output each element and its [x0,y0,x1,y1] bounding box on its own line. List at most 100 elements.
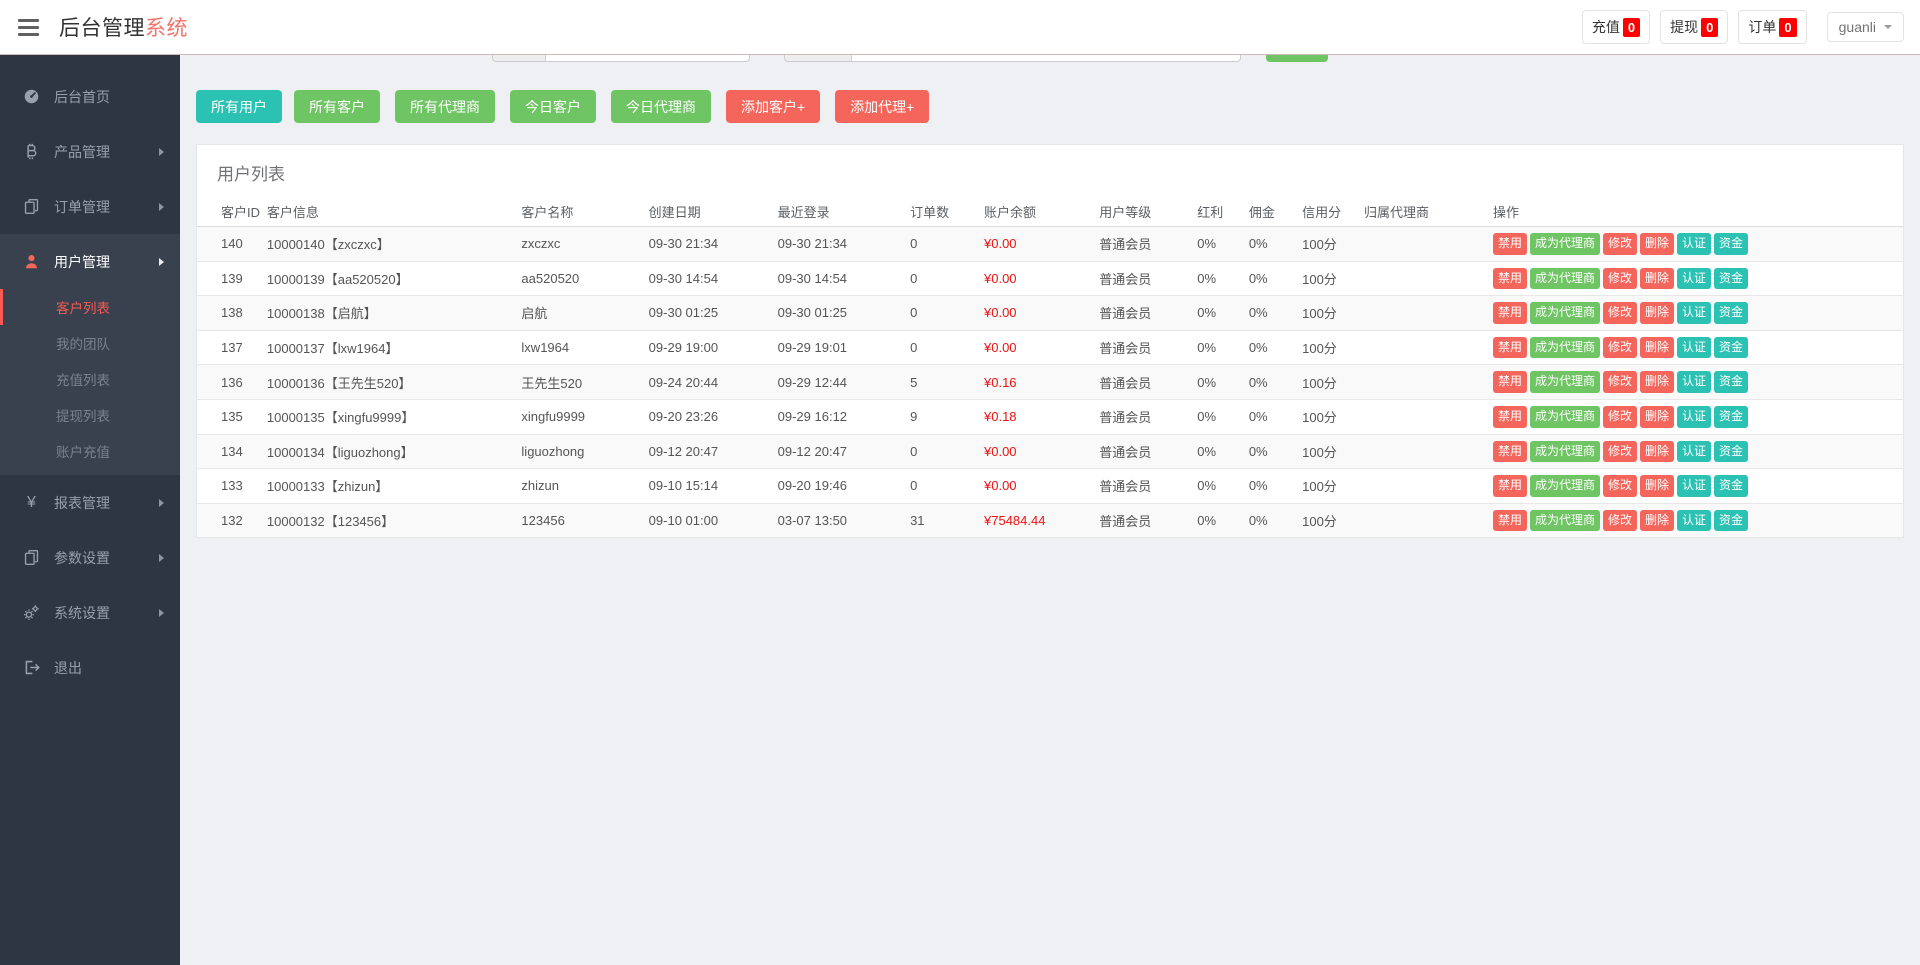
make-agent-row-button[interactable]: 成为代理商 [1530,510,1600,532]
all-users-button[interactable]: 所有用户 [196,90,282,123]
edit-row-button[interactable]: 修改 [1603,406,1637,428]
verify-row-button[interactable]: 认证 [1677,510,1711,532]
disable-row-button[interactable]: 禁用 [1493,302,1527,324]
sidebar-subitem-account-recharge[interactable]: 账户充值 [0,433,180,469]
disable-row-button[interactable]: 禁用 [1493,475,1527,497]
make-agent-row-button[interactable]: 成为代理商 [1530,233,1600,255]
verify-row-button[interactable]: 认证 [1677,233,1711,255]
column-header: 归属代理商 [1356,197,1485,227]
cell-bonus: 0% [1189,399,1241,434]
sidebar-subitem-withdraw-list[interactable]: 提现列表 [0,397,180,433]
make-agent-row-button[interactable]: 成为代理商 [1530,406,1600,428]
make-agent-row-button[interactable]: 成为代理商 [1530,268,1600,290]
today-customers-button[interactable]: 今日客户 [510,90,596,123]
delete-row-button[interactable]: 删除 [1640,268,1674,290]
menu-toggle-icon[interactable] [16,15,41,40]
make-agent-row-button[interactable]: 成为代理商 [1530,475,1600,497]
cell-level: 普通会员 [1091,503,1189,537]
disable-row-button[interactable]: 禁用 [1493,441,1527,463]
cell-created: 09-10 15:14 [641,469,770,504]
cell-bonus: 0% [1189,261,1241,296]
cell-operations: 禁用成为代理商修改删除认证资金 [1485,365,1903,400]
verify-row-button[interactable]: 认证 [1677,268,1711,290]
sidebar-item-params[interactable]: 参数设置 [0,530,180,585]
funds-row-button[interactable]: 资金 [1714,371,1748,393]
make-agent-row-button[interactable]: 成为代理商 [1530,441,1600,463]
verify-row-button[interactable]: 认证 [1677,371,1711,393]
funds-row-button[interactable]: 资金 [1714,337,1748,359]
sidebar-item-products[interactable]: 产品管理 [0,124,180,179]
delete-row-button[interactable]: 删除 [1640,475,1674,497]
make-agent-row-button[interactable]: 成为代理商 [1530,337,1600,359]
disable-row-button[interactable]: 禁用 [1493,233,1527,255]
make-agent-row-button[interactable]: 成为代理商 [1530,371,1600,393]
page-title-accent: 系统 [145,17,188,40]
delete-row-button[interactable]: 删除 [1640,441,1674,463]
edit-row-button[interactable]: 修改 [1603,510,1637,532]
today-agents-button[interactable]: 今日代理商 [611,90,711,123]
cell-created: 09-30 14:54 [641,261,770,296]
edit-row-button[interactable]: 修改 [1603,233,1637,255]
disable-row-button[interactable]: 禁用 [1493,371,1527,393]
verify-row-button[interactable]: 认证 [1677,337,1711,359]
verify-row-button[interactable]: 认证 [1677,441,1711,463]
edit-row-button[interactable]: 修改 [1603,268,1637,290]
make-agent-row-button[interactable]: 成为代理商 [1530,302,1600,324]
disable-row-button[interactable]: 禁用 [1493,337,1527,359]
delete-row-button[interactable]: 删除 [1640,510,1674,532]
cell-agent [1356,503,1485,537]
cell-id: 136 [197,365,259,400]
delete-row-button[interactable]: 删除 [1640,302,1674,324]
delete-row-button[interactable]: 删除 [1640,406,1674,428]
disable-row-button[interactable]: 禁用 [1493,406,1527,428]
delete-row-button[interactable]: 删除 [1640,233,1674,255]
edit-row-button[interactable]: 修改 [1603,302,1637,324]
funds-row-button[interactable]: 资金 [1714,302,1748,324]
edit-row-button[interactable]: 修改 [1603,441,1637,463]
bitcoin-icon [22,142,41,161]
sidebar-item-dashboard[interactable]: 后台首页 [0,69,180,124]
sidebar-item-logout[interactable]: 退出 [0,640,180,695]
recharge-stat-button[interactable]: 充值0 [1582,10,1650,44]
funds-row-button[interactable]: 资金 [1714,510,1748,532]
disable-row-button[interactable]: 禁用 [1493,268,1527,290]
verify-row-button[interactable]: 认证 [1677,302,1711,324]
delete-row-button[interactable]: 删除 [1640,371,1674,393]
cell-created: 09-10 01:00 [641,503,770,537]
sidebar-subitem-my-team[interactable]: 我的团队 [0,325,180,361]
sidebar-item-orders[interactable]: 订单管理 [0,179,180,234]
chevron-right-icon [159,554,164,562]
username-label: guanli [1839,19,1876,35]
main-content: 类型 默认不选 用户名 搜索 所有用户所有客户所有代理商今日客户今日代理商添加客… [180,0,1920,558]
verify-row-button[interactable]: 认证 [1677,475,1711,497]
add-agent-button[interactable]: 添加代理+ [835,90,929,123]
sidebar-subitem-recharge-list[interactable]: 充值列表 [0,361,180,397]
edit-row-button[interactable]: 修改 [1603,371,1637,393]
sidebar-item-reports[interactable]: ¥报表管理 [0,475,180,530]
cell-commission: 0% [1241,330,1294,365]
delete-row-button[interactable]: 删除 [1640,337,1674,359]
cell-credit: 100分 [1294,296,1356,331]
user-menu-button[interactable]: guanli [1827,12,1904,42]
funds-row-button[interactable]: 资金 [1714,268,1748,290]
disable-row-button[interactable]: 禁用 [1493,510,1527,532]
sidebar-item-system[interactable]: 系统设置 [0,585,180,640]
funds-row-button[interactable]: 资金 [1714,233,1748,255]
sidebar-item-users[interactable]: 用户管理 [0,234,180,289]
orders-stat-button[interactable]: 订单0 [1738,10,1806,44]
all-customers-button[interactable]: 所有客户 [294,90,380,123]
cell-balance: ¥0.18 [976,399,1091,434]
funds-row-button[interactable]: 资金 [1714,475,1748,497]
funds-row-button[interactable]: 资金 [1714,441,1748,463]
cell-credit: 100分 [1294,503,1356,537]
cell-balance: ¥0.00 [976,227,1091,262]
sidebar-subitem-customer-list[interactable]: 客户列表 [0,289,180,325]
withdraw-stat-button[interactable]: 提现0 [1660,10,1728,44]
edit-row-button[interactable]: 修改 [1603,475,1637,497]
edit-row-button[interactable]: 修改 [1603,337,1637,359]
funds-row-button[interactable]: 资金 [1714,406,1748,428]
all-agents-button[interactable]: 所有代理商 [395,90,495,123]
add-customer-button[interactable]: 添加客户+ [726,90,820,123]
column-header: 账户余额 [976,197,1091,227]
verify-row-button[interactable]: 认证 [1677,406,1711,428]
